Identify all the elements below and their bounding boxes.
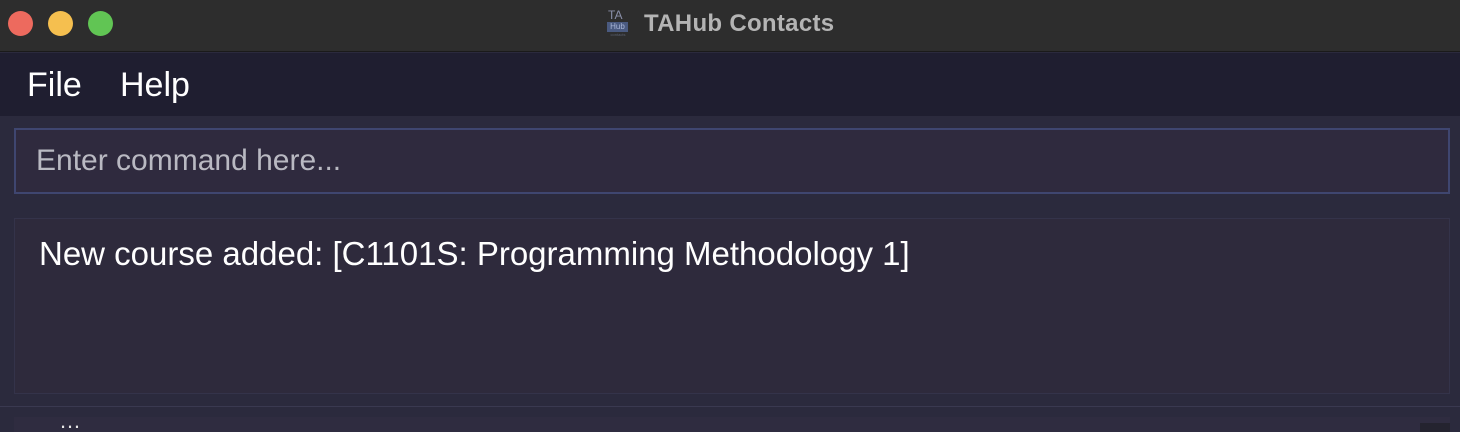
- window-title: TAHub Contacts: [644, 10, 835, 37]
- list-card-clipped: …: [14, 417, 1450, 432]
- menu-file[interactable]: File: [27, 66, 82, 104]
- menu-bar: File Help: [0, 53, 1460, 116]
- app-logo-icon: TA Hub contacts: [606, 9, 628, 39]
- list-panel: …: [0, 406, 1460, 432]
- command-box-panel: [0, 116, 1460, 204]
- list-scrollbar[interactable]: [1420, 423, 1450, 432]
- result-display: New course added: [C1101S: Programming M…: [14, 218, 1450, 394]
- command-input[interactable]: [14, 128, 1450, 194]
- menu-help[interactable]: Help: [120, 66, 190, 104]
- zoom-window-button[interactable]: [88, 11, 113, 36]
- result-display-panel: New course added: [C1101S: Programming M…: [0, 206, 1460, 404]
- window-title-group: TA Hub contacts TAHub Contacts: [606, 7, 834, 41]
- list-clipped-text: …: [59, 417, 81, 432]
- minimize-window-button[interactable]: [48, 11, 73, 36]
- close-window-button[interactable]: [8, 11, 33, 36]
- title-bar: TA Hub contacts TAHub Contacts: [0, 0, 1460, 52]
- result-message: New course added: [C1101S: Programming M…: [39, 235, 910, 272]
